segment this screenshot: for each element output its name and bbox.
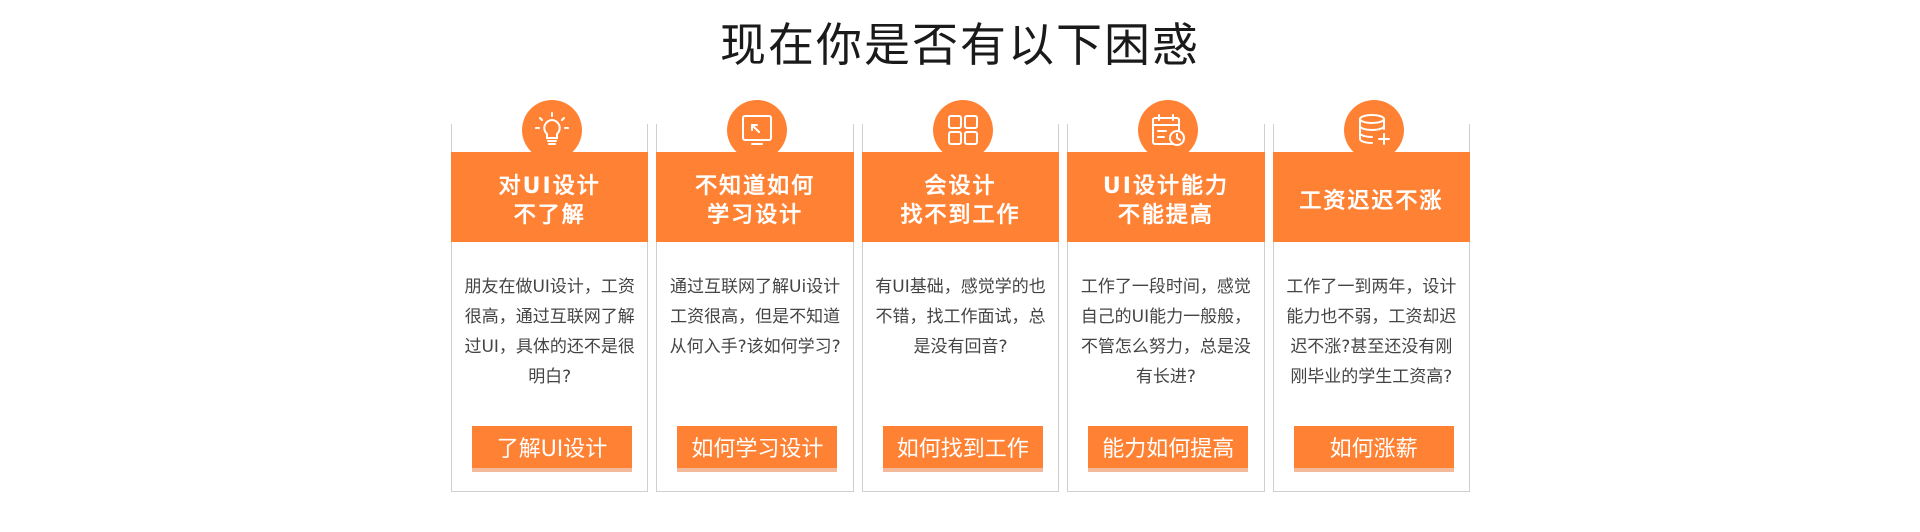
problem-card: 工资迟迟不涨 工作了一到两年，设计能力也不弱，工资却迟迟不涨?甚至还没有刚刚毕业… — [1272, 100, 1471, 492]
grid-icon — [932, 100, 993, 160]
lightbulb-icon — [522, 100, 582, 160]
problem-card: 对UI设计 不了解 朋友在做UI设计，工资很高，通过互联网了解过UI，具体的还不… — [451, 100, 649, 492]
card-description: 通过互联网了解Ui设计工资很高，但是不知道从何入手?该如何学习? — [669, 277, 841, 357]
card-description: 有UI基础，感觉学的也不错，找工作面试，总是没有回音? — [875, 277, 1046, 357]
problem-cards: 对UI设计 不了解 朋友在做UI设计，工资很高，通过互联网了解过UI，具体的还不… — [451, 100, 1471, 492]
salary-increase-button[interactable]: 如何涨薪 — [1293, 426, 1454, 468]
card-header: 对UI设计 不了解 — [451, 152, 649, 242]
database-plus-icon — [1343, 100, 1404, 160]
card-header: 不知道如何 学习设计 — [656, 152, 854, 242]
card-description: 朋友在做UI设计，工资很高，通过互联网了解过UI，具体的还不是很明白? — [464, 277, 635, 387]
card-header: 会设计 找不到工作 — [861, 152, 1060, 242]
how-to-find-job-button[interactable]: 如何找到工作 — [882, 426, 1043, 468]
how-to-learn-design-button[interactable]: 如何学习设计 — [677, 426, 838, 468]
card-description: 工作了一到两年，设计能力也不弱，工资却迟迟不涨?甚至还没有刚刚毕业的学生工资高? — [1286, 277, 1457, 387]
learn-ui-design-button[interactable]: 了解UI设计 — [472, 426, 632, 468]
calendar-clock-icon — [1138, 100, 1199, 160]
improve-ability-button[interactable]: 能力如何提高 — [1088, 426, 1249, 468]
card-header: 工资迟迟不涨 — [1272, 152, 1471, 242]
card-header: UI设计能力 不能提高 — [1067, 152, 1265, 242]
problem-card: 不知道如何 学习设计 通过互联网了解Ui设计工资很高，但是不知道从何入手?该如何… — [656, 100, 854, 492]
card-description: 工作了一段时间，感觉自己的UI能力一般般，不管怎么努力，总是没有长进? — [1080, 277, 1252, 387]
section-title: 现在你是否有以下困惑 — [720, 18, 1200, 72]
problem-card: UI设计能力 不能提高 工作了一段时间，感觉自己的UI能力一般般，不管怎么努力，… — [1067, 100, 1265, 492]
problem-card: 会设计 找不到工作 有UI基础，感觉学的也不错，找工作面试，总是没有回音? 如何… — [861, 100, 1060, 492]
monitor-cursor-icon — [727, 100, 788, 160]
